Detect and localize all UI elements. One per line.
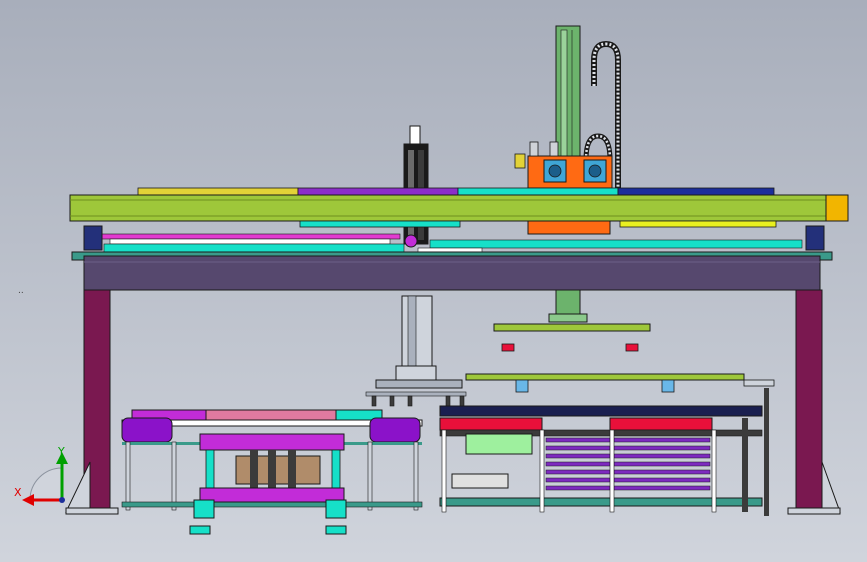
axis-x-label: X xyxy=(14,486,22,499)
die-press xyxy=(189,433,347,535)
left-column xyxy=(65,289,119,515)
axis-y-label: Y xyxy=(57,445,65,458)
right-column xyxy=(787,289,841,515)
right-stack-station xyxy=(439,388,769,516)
top-beam xyxy=(69,187,849,228)
cad-viewport[interactable]: Y X .. xyxy=(0,0,867,562)
upper-shelf xyxy=(465,373,775,393)
axis-triad: Y X xyxy=(14,445,68,506)
vacuum-cups xyxy=(365,391,467,407)
stray-mark: .. xyxy=(18,286,24,296)
main-girder xyxy=(71,251,833,291)
right-gripper-plate xyxy=(493,323,651,352)
gantry-machine-drawing: Y X xyxy=(14,25,849,535)
lower-rails xyxy=(83,225,825,253)
stacked-sheets xyxy=(545,437,711,491)
